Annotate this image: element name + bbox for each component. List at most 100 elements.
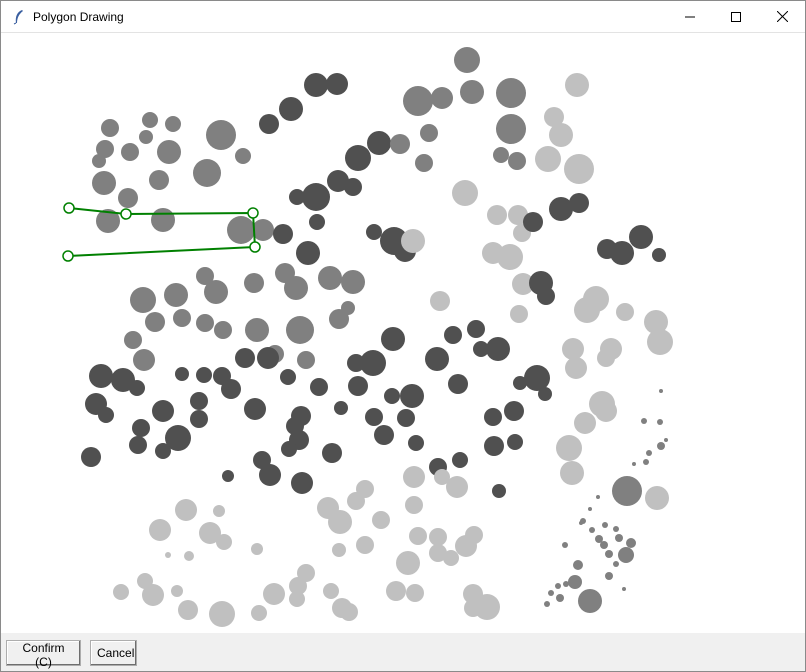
- cell-circle: [615, 534, 623, 542]
- cell-circle: [405, 496, 423, 514]
- polygon-vertex-handle[interactable]: [62, 250, 74, 262]
- cell-circle: [291, 472, 313, 494]
- cell-circle: [403, 86, 433, 116]
- cell-circle: [213, 505, 225, 517]
- cell-circle: [98, 407, 114, 423]
- cell-circle: [579, 521, 583, 525]
- cell-circle: [429, 528, 447, 546]
- cell-circle: [538, 387, 552, 401]
- cell-circle: [504, 401, 524, 421]
- cell-circle: [344, 178, 362, 196]
- cell-circle: [280, 369, 296, 385]
- cell-circle: [155, 443, 171, 459]
- cell-circle: [564, 154, 594, 184]
- cell-circle: [390, 134, 410, 154]
- drawing-canvas[interactable]: [1, 32, 805, 633]
- maximize-icon: [731, 11, 741, 22]
- cell-circle: [381, 327, 405, 351]
- polygon-vertex-handle[interactable]: [63, 202, 75, 214]
- cell-circle: [259, 114, 279, 134]
- cell-circle: [544, 601, 550, 607]
- cell-circle: [487, 205, 507, 225]
- cell-circle: [235, 348, 255, 368]
- cell-circle: [397, 409, 415, 427]
- cell-circle: [366, 224, 382, 240]
- cell-circle: [328, 510, 352, 534]
- cell-circle: [360, 350, 386, 376]
- cell-circle: [129, 436, 147, 454]
- cell-circle: [467, 320, 485, 338]
- cell-circle: [184, 551, 194, 561]
- cell-circle: [196, 367, 212, 383]
- cell-circle: [121, 143, 139, 161]
- image-canvas[interactable]: [1, 33, 805, 634]
- cell-circle: [137, 573, 153, 589]
- polygon-vertex-handle[interactable]: [247, 207, 259, 219]
- cell-circle: [613, 561, 619, 567]
- cell-circle: [425, 347, 449, 371]
- title-bar[interactable]: Polygon Drawing: [1, 1, 805, 32]
- minimize-button[interactable]: [667, 1, 713, 32]
- cell-circle: [139, 130, 153, 144]
- cell-circle: [629, 225, 653, 249]
- cell-circle: [484, 408, 502, 426]
- cell-circle: [431, 87, 453, 109]
- cell-circle: [664, 438, 668, 442]
- cell-circle: [496, 78, 526, 108]
- cell-circle: [384, 388, 400, 404]
- cell-circle: [345, 145, 371, 171]
- cell-circle: [334, 401, 348, 415]
- cell-circle: [556, 435, 582, 461]
- window-controls: [667, 1, 805, 32]
- cell-circle: [221, 379, 241, 399]
- cell-circle: [596, 495, 600, 499]
- cell-circle: [142, 112, 158, 128]
- cell-circle: [544, 107, 564, 127]
- cell-circle: [602, 522, 608, 528]
- cell-circle: [204, 280, 228, 304]
- window-title: Polygon Drawing: [33, 9, 124, 24]
- cell-circle: [409, 527, 427, 545]
- cell-circle: [190, 410, 208, 428]
- close-button[interactable]: [759, 1, 805, 32]
- cell-circle: [646, 450, 652, 456]
- cell-circle: [573, 560, 583, 570]
- cell-circle: [613, 526, 619, 532]
- close-icon: [776, 11, 788, 22]
- cell-circle: [486, 337, 510, 361]
- cell-circle: [214, 321, 232, 339]
- maximize-button[interactable]: [713, 1, 759, 32]
- cell-circle: [548, 590, 554, 596]
- cell-circle: [286, 316, 314, 344]
- cell-circle: [251, 543, 263, 555]
- cell-circle: [244, 273, 264, 293]
- cell-circle: [164, 283, 188, 307]
- cell-circle: [302, 183, 330, 211]
- cell-circle: [560, 461, 584, 485]
- cell-circle: [101, 119, 119, 137]
- polygon-vertex-handle[interactable]: [249, 241, 261, 253]
- cell-circle: [145, 312, 165, 332]
- cell-circle: [89, 364, 113, 388]
- cell-circle: [365, 408, 383, 426]
- cell-circle: [632, 462, 636, 466]
- cell-circle: [556, 594, 564, 602]
- cell-circle: [657, 442, 665, 450]
- cell-circle: [175, 499, 197, 521]
- cancel-button[interactable]: Cancel: [90, 640, 137, 666]
- cell-circle: [133, 349, 155, 371]
- cell-circle: [374, 425, 394, 445]
- cell-circle: [448, 374, 468, 394]
- cell-circle: [429, 544, 447, 562]
- polygon-vertex-handle[interactable]: [120, 208, 132, 220]
- cell-circle: [149, 170, 169, 190]
- cell-circle: [356, 536, 374, 554]
- cell-circle: [408, 435, 424, 451]
- cell-circle: [297, 351, 315, 369]
- confirm-button[interactable]: Confirm (C): [6, 640, 81, 669]
- cell-circle: [348, 376, 368, 396]
- cell-circle: [595, 400, 617, 422]
- cell-circle: [251, 605, 267, 621]
- cell-circle: [175, 367, 189, 381]
- cell-circle: [157, 140, 181, 164]
